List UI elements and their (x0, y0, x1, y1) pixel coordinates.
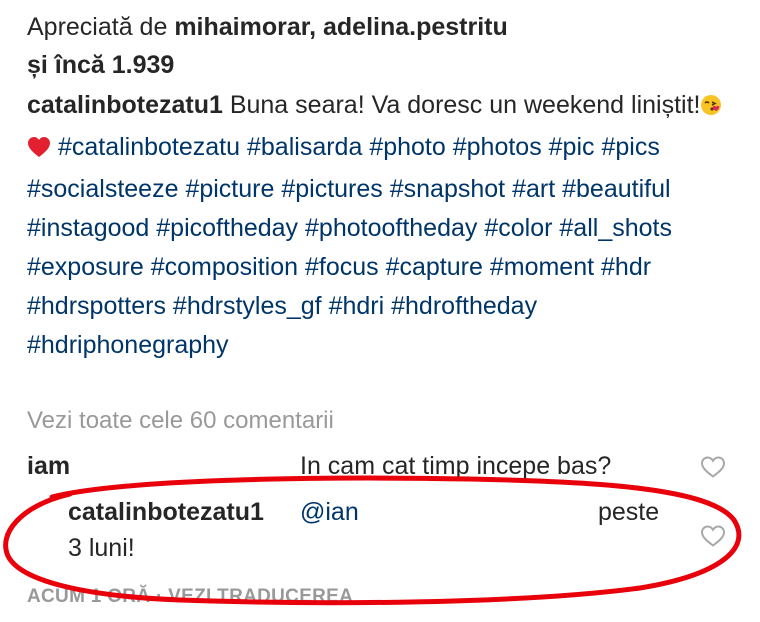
reply-username[interactable]: catalinbotezatu1 (68, 494, 264, 530)
view-all-comments-link[interactable]: Vezi toate cele 60 comentarii (27, 404, 334, 438)
hashtag-link[interactable]: #art (512, 175, 555, 203)
reply-text: 3 luni! (68, 534, 135, 562)
hashtag-link[interactable]: #hdroftheday (391, 292, 537, 320)
hashtag-link[interactable]: #moment (490, 253, 594, 281)
comment-text: In cam cat timp incepe bas? (300, 452, 612, 480)
comment-row: iam In cam cat timp incepe bas? (27, 448, 727, 484)
hashtag-link[interactable]: #all_shots (559, 214, 672, 242)
post-caption: catalinbotezatu1 Buna seara! Va doresc u… (27, 86, 739, 365)
hashtag-link[interactable]: #hdr (601, 253, 651, 281)
hashtag-link[interactable]: #capture (386, 253, 483, 281)
hashtag-link[interactable]: #exposure (27, 253, 144, 281)
hashtag-link[interactable]: #catalinbotezatu (58, 133, 240, 161)
hashtag-link[interactable]: #composition (151, 253, 298, 281)
comment-username[interactable]: iam (27, 448, 70, 484)
likes-summary: Apreciată de mihaimorar, adelina.pestrit… (27, 8, 747, 84)
caption-hashtags: #catalinbotezatu #balisarda #photo #phot… (27, 133, 672, 359)
footer-separator: · (155, 586, 163, 607)
hashtag-link[interactable]: #socialsteeze (27, 175, 178, 203)
hashtag-link[interactable]: #pics (601, 133, 659, 161)
hashtag-link[interactable]: #photo (369, 133, 445, 161)
red-heart-icon (27, 131, 51, 170)
likes-line-1: Apreciată de mihaimorar, adelina.pestrit… (27, 8, 747, 46)
heart-outline-icon[interactable] (700, 524, 726, 548)
face-blowing-kiss-icon (700, 89, 722, 128)
hashtag-link[interactable]: #pictures (281, 175, 382, 203)
caption-text: Buna seara! Va doresc un weekend liniști… (229, 91, 701, 119)
heart-outline-icon[interactable] (700, 455, 726, 479)
likes-users-link[interactable]: mihaimorar, adelina.pestritu (174, 13, 507, 41)
reply-mention-link[interactable]: @ian (300, 494, 359, 530)
hashtag-link[interactable]: #hdrstyles_gf (173, 292, 322, 320)
hashtag-link[interactable]: #instagood (27, 214, 149, 242)
hashtag-link[interactable]: #hdrspotters (27, 292, 166, 320)
hashtag-link[interactable]: #hdri (329, 292, 385, 320)
hashtag-link[interactable]: #snapshot (390, 175, 505, 203)
hashtag-link[interactable]: #picoftheday (156, 214, 298, 242)
hashtag-link[interactable]: #beautiful (562, 175, 670, 203)
timestamp: ACUM 1 ORĂ (27, 586, 151, 607)
likes-prefix: Apreciată de (27, 13, 175, 41)
hashtag-link[interactable]: #color (484, 214, 552, 242)
hashtag-link[interactable]: #hdriphonegraphy (27, 331, 229, 359)
hashtag-link[interactable]: #pic (549, 133, 595, 161)
comment-footer: ACUM 1 ORĂ · VEZI TRADUCEREA (27, 584, 353, 610)
hashtag-link[interactable]: #focus (305, 253, 379, 281)
caption-username[interactable]: catalinbotezatu1 (27, 91, 223, 119)
reply-trailing-text: peste (598, 498, 660, 526)
reply-comment: catalinbotezatu1 @ian peste 3 luni! (68, 494, 728, 574)
hashtag-link[interactable]: #picture (185, 175, 274, 203)
hashtag-link[interactable]: #photos (453, 133, 542, 161)
hashtag-link[interactable]: #photooftheday (305, 214, 477, 242)
likes-count-link[interactable]: și încă 1.939 (27, 46, 747, 84)
hashtag-link[interactable]: #balisarda (247, 133, 362, 161)
see-translation-link[interactable]: VEZI TRADUCEREA (168, 586, 353, 607)
